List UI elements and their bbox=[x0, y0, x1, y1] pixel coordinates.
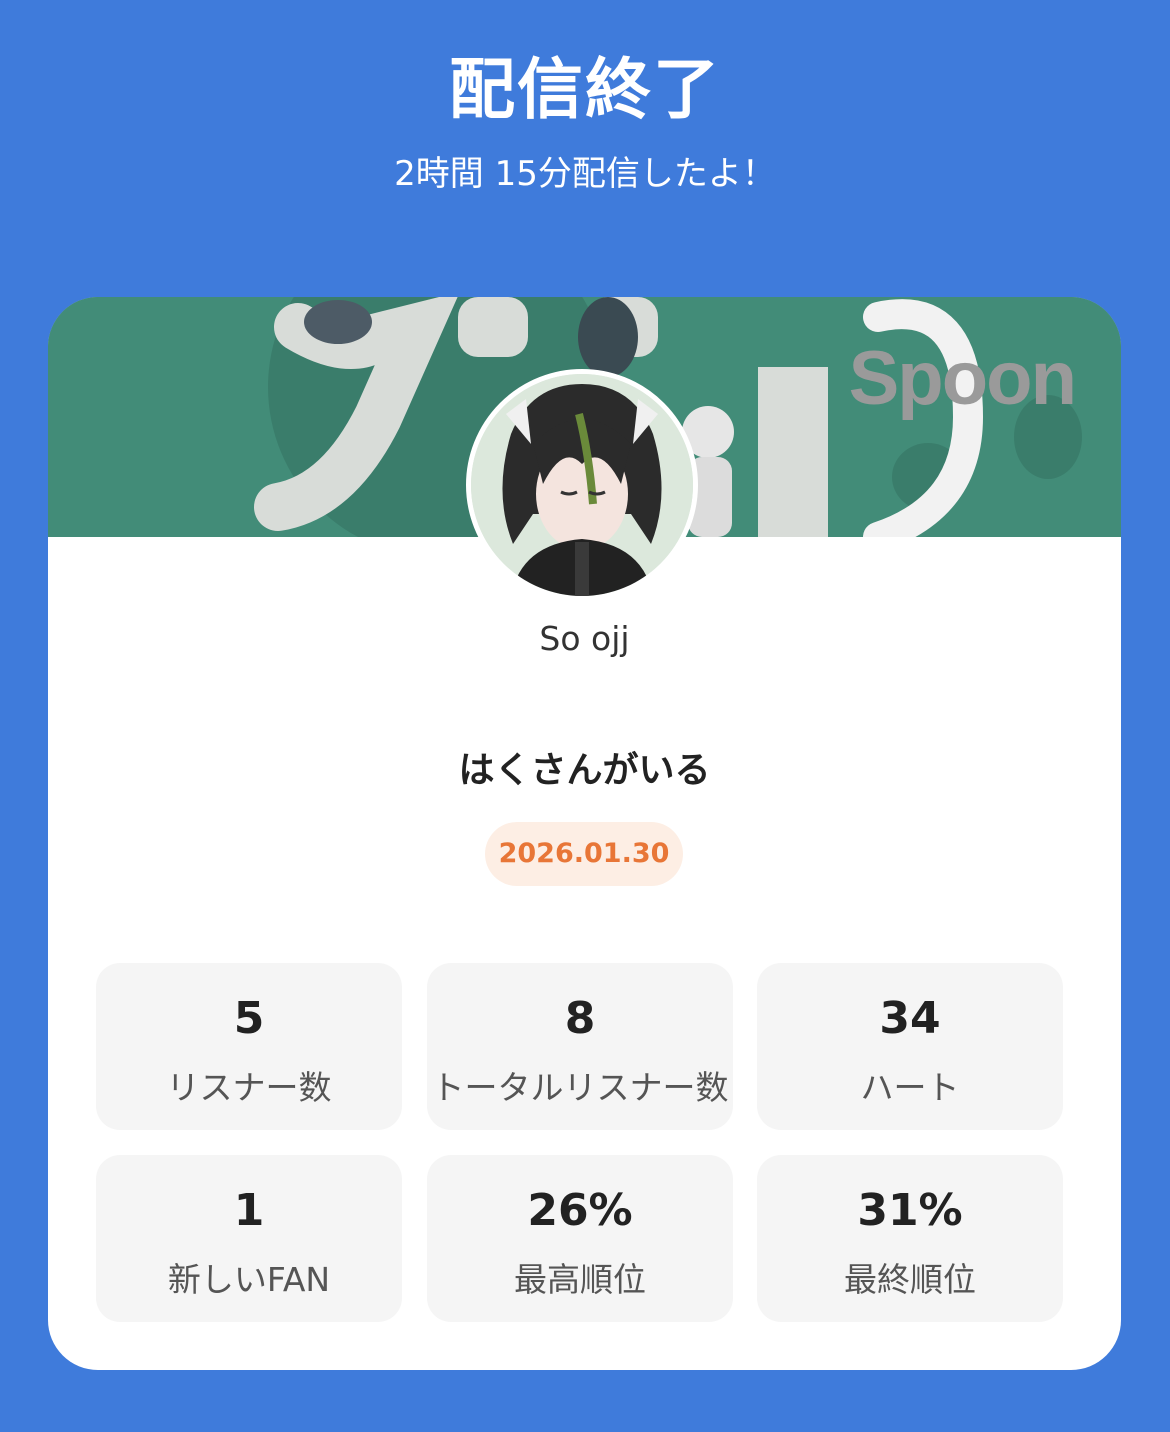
stat-hearts: 34 ハート bbox=[757, 963, 1063, 1130]
stat-value: 5 bbox=[233, 993, 265, 1044]
stat-total-listeners: 8 トータルリスナー数 bbox=[427, 963, 733, 1130]
stat-label: 最高順位 bbox=[514, 1260, 646, 1299]
broadcast-duration: 2時間 15分配信したよ！ bbox=[394, 154, 776, 194]
stat-final-rank: 31% 最終順位 bbox=[757, 1155, 1063, 1322]
stat-label: 新しいFAN bbox=[167, 1260, 331, 1299]
avatar-illustration bbox=[471, 374, 693, 596]
stat-value: 34 bbox=[879, 993, 941, 1044]
stat-value: 8 bbox=[564, 993, 596, 1044]
room-title: はくさんがいる bbox=[458, 750, 711, 791]
brand-logo: Spoon bbox=[848, 336, 1077, 421]
stat-listeners: 5 リスナー数 bbox=[96, 963, 402, 1130]
username: So ojj bbox=[539, 619, 630, 658]
broadcast-summary-card: Spoon So ojj はくさんがいる 2026.01.30 5 リスナー数 … bbox=[48, 297, 1121, 1370]
date-badge: 2026.01.30 bbox=[485, 822, 683, 886]
stat-label: ハート bbox=[860, 1068, 960, 1107]
page-title: 配信終了 bbox=[449, 51, 721, 128]
stat-label: リスナー数 bbox=[166, 1068, 332, 1107]
avatar[interactable] bbox=[466, 369, 698, 601]
stat-highest-rank: 26% 最高順位 bbox=[427, 1155, 733, 1322]
stat-value: 31% bbox=[857, 1185, 963, 1236]
stat-value: 26% bbox=[527, 1185, 633, 1236]
stat-new-fans: 1 新しいFAN bbox=[96, 1155, 402, 1322]
stat-value: 1 bbox=[233, 1185, 265, 1236]
stat-label: トータルリスナー数 bbox=[431, 1068, 729, 1107]
stat-label: 最終順位 bbox=[844, 1260, 976, 1299]
